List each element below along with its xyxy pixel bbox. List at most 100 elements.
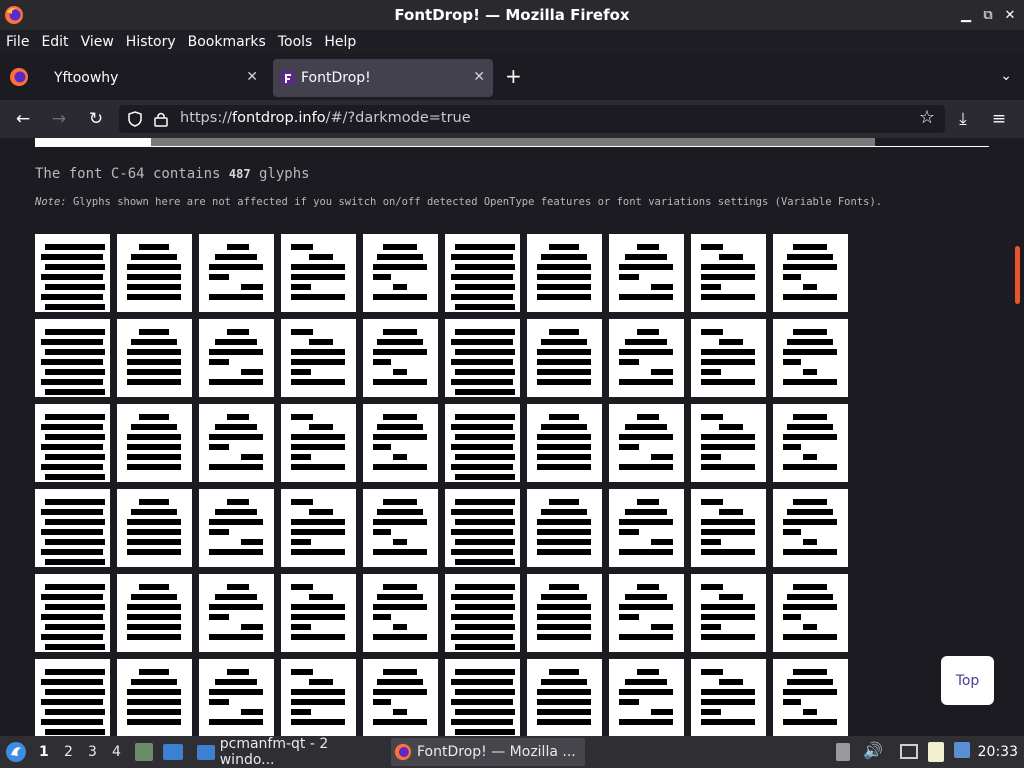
i-glyph[interactable] (35, 404, 110, 482)
reload-icon[interactable]: ↻ (85, 108, 107, 130)
i-grave-glyph[interactable] (117, 404, 192, 482)
bluetooth-icon[interactable] (954, 742, 970, 758)
volume-icon[interactable]: 🔊 (863, 741, 883, 760)
a-small-2-glyph[interactable] (609, 659, 684, 736)
page-scrollbar-thumb[interactable] (1015, 246, 1020, 304)
back-arrow-icon[interactable]: ← (12, 108, 34, 130)
u-grave-glyph[interactable] (445, 574, 520, 652)
workspace-3[interactable]: 3 (88, 744, 97, 760)
firefox-view-icon[interactable] (9, 67, 29, 87)
menu-tools[interactable]: Tools (272, 34, 319, 50)
menu-help[interactable]: Help (318, 34, 362, 50)
o-glyph[interactable] (35, 489, 110, 567)
e-circumflex-glyph[interactable] (527, 319, 602, 397)
close-window-icon[interactable]: ✕ (1002, 5, 1018, 25)
tab-list-chevron-icon[interactable]: ⌄ (1000, 68, 1012, 84)
file-manager-launcher-icon[interactable] (135, 743, 153, 761)
u-glyph[interactable] (363, 574, 438, 652)
r-glyph[interactable] (117, 574, 192, 652)
m-glyph[interactable] (691, 404, 766, 482)
menu-edit[interactable]: Edit (35, 34, 74, 50)
url-text[interactable]: https://fontdrop.info/#/?darkmode=true (180, 110, 471, 126)
o-tilde-glyph[interactable] (363, 489, 438, 567)
f-glyph[interactable] (609, 319, 684, 397)
u-small-glyph[interactable] (527, 659, 602, 736)
w-glyph[interactable] (773, 574, 848, 652)
p-glyph[interactable] (691, 489, 766, 567)
start-menu-icon[interactable] (5, 741, 27, 763)
i-acute-glyph[interactable] (199, 404, 274, 482)
task-firefox[interactable]: FontDrop! — Mozilla ... (391, 738, 585, 766)
eth-glyph[interactable] (199, 319, 274, 397)
ae-glyph[interactable] (609, 234, 684, 312)
tab-yftoowhy[interactable]: Yftoowhy ✕ (44, 59, 266, 97)
download-icon[interactable]: ⤓ (952, 108, 974, 130)
x-glyph[interactable] (35, 659, 110, 736)
o-circumflex-glyph[interactable] (281, 489, 356, 567)
hamburger-menu-icon[interactable]: ≡ (988, 108, 1010, 130)
h-glyph[interactable] (773, 319, 848, 397)
i-small-glyph[interactable] (445, 659, 520, 736)
l-glyph[interactable] (609, 404, 684, 482)
menu-history[interactable]: History (120, 34, 182, 50)
task-pcmanfm[interactable]: pcmanfm-qt - 2 windo... (193, 736, 385, 768)
menu-bookmarks[interactable]: Bookmarks (182, 34, 272, 50)
e-glyph[interactable] (281, 319, 356, 397)
notes-icon[interactable] (928, 742, 944, 762)
b-glyph[interactable] (691, 234, 766, 312)
a-acute-glyph[interactable] (199, 234, 274, 312)
i-circumflex-glyph[interactable] (281, 404, 356, 482)
o-acute-glyph[interactable] (199, 489, 274, 567)
a-small-glyph[interactable] (363, 659, 438, 736)
c-cedilla-glyph[interactable] (35, 319, 110, 397)
desktop-launcher-icon[interactable] (163, 744, 183, 760)
e-small-glyph[interactable] (691, 659, 766, 736)
thorn-glyph[interactable] (773, 489, 848, 567)
oe-glyph[interactable] (609, 489, 684, 567)
d-glyph[interactable] (117, 319, 192, 397)
t-glyph[interactable] (281, 574, 356, 652)
url-bar[interactable]: https://fontdrop.info/#/?darkmode=true ☆ (119, 105, 945, 133)
minimize-icon[interactable]: ▁ (958, 5, 974, 25)
restore-icon[interactable]: ⧉ (980, 5, 996, 25)
lock-icon[interactable] (154, 111, 168, 127)
new-tab-button[interactable]: + (505, 64, 522, 88)
z-glyph[interactable] (281, 659, 356, 736)
o-grave-glyph[interactable] (117, 489, 192, 567)
u-circumflex-glyph[interactable] (609, 574, 684, 652)
k-glyph[interactable] (527, 404, 602, 482)
menu-view[interactable]: View (75, 34, 120, 50)
forward-arrow-icon[interactable]: → (48, 108, 70, 130)
bookmark-star-icon[interactable]: ☆ (919, 107, 935, 128)
tab-fontdrop[interactable]: FontDrop! ✕ (273, 59, 493, 97)
workspace-1[interactable]: 1 (39, 744, 49, 760)
u-acute-glyph[interactable] (527, 574, 602, 652)
tray-clipboard-icon[interactable] (836, 743, 850, 761)
menu-file[interactable]: File (0, 34, 35, 50)
c-glyph[interactable] (773, 234, 848, 312)
a-diaeresis-glyph[interactable] (445, 234, 520, 312)
o-stroke-glyph[interactable] (527, 489, 602, 567)
scroll-top-button[interactable]: Top (941, 656, 994, 705)
e-grave-glyph[interactable] (363, 319, 438, 397)
g-glyph[interactable] (691, 319, 766, 397)
close-tab-icon[interactable]: ✕ (246, 69, 258, 85)
a-circumflex-glyph[interactable] (281, 234, 356, 312)
workspace-4[interactable]: 4 (112, 744, 121, 760)
e-acute-glyph[interactable] (445, 319, 520, 397)
a-grave-glyph[interactable] (117, 234, 192, 312)
v-glyph[interactable] (691, 574, 766, 652)
y-glyph[interactable] (117, 659, 192, 736)
notdef-glyph[interactable] (35, 234, 110, 312)
z-small-glyph[interactable] (773, 659, 848, 736)
j-glyph[interactable] (445, 404, 520, 482)
workspace-2[interactable]: 2 (64, 744, 73, 760)
y-acute-glyph[interactable] (199, 659, 274, 736)
network-icon[interactable] (900, 744, 918, 759)
i-diaeresis-glyph[interactable] (363, 404, 438, 482)
o-diaeresis-glyph[interactable] (445, 489, 520, 567)
a-ring-glyph[interactable] (527, 234, 602, 312)
q-glyph[interactable] (35, 574, 110, 652)
shield-icon[interactable] (127, 111, 143, 127)
n-glyph[interactable] (773, 404, 848, 482)
